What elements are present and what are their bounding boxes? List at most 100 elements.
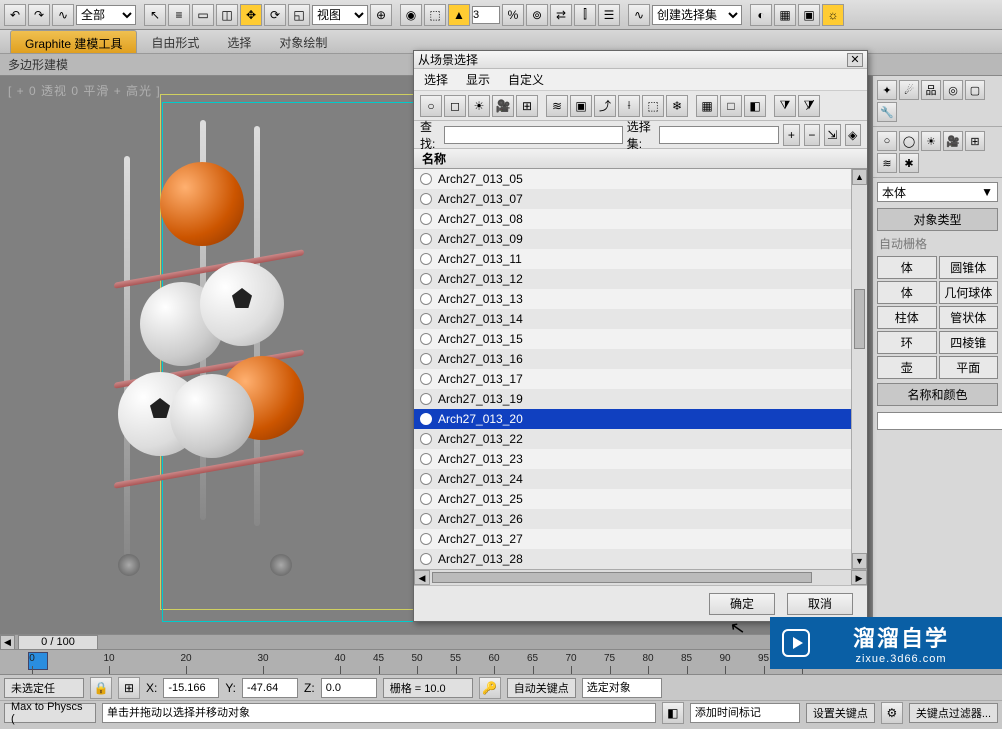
filter-frozen-icon[interactable]: ❄ (666, 95, 688, 117)
ribbon-tab-select[interactable]: 选择 (213, 30, 265, 53)
list-item[interactable]: Arch27_013_25 (414, 489, 851, 509)
hscroll-thumb[interactable] (432, 572, 812, 583)
obj-btn-2-1[interactable]: 管状体 (939, 306, 999, 329)
manip-icon[interactable]: ◉ (400, 4, 422, 26)
motion-tab-icon[interactable]: ◎ (943, 80, 963, 100)
list-item[interactable]: Arch27_013_08 (414, 209, 851, 229)
dialog-menu-custom[interactable]: 自定义 (508, 71, 544, 88)
list-item[interactable]: Arch27_013_28 (414, 549, 851, 569)
render-frame-icon[interactable]: ▣ (798, 4, 820, 26)
filter-spacewarp-icon[interactable]: ≋ (546, 95, 568, 117)
shapes-icon[interactable]: ◯ (899, 131, 919, 151)
tag-icon[interactable]: ◧ (662, 702, 684, 724)
selset-select-icon[interactable]: ⇲ (824, 124, 840, 146)
obj-btn-3-1[interactable]: 四棱锥 (939, 331, 999, 354)
percent-snap-icon[interactable]: % (502, 4, 524, 26)
filter-xref-icon[interactable]: ⤴ (594, 95, 616, 117)
spacewarps-icon[interactable]: ≋ (877, 153, 897, 173)
list-item[interactable]: Arch27_013_15 (414, 329, 851, 349)
layers-icon[interactable]: ☰ (598, 4, 620, 26)
list-header-name[interactable]: 名称 (414, 149, 867, 169)
cameras-icon[interactable]: 🎥 (943, 131, 963, 151)
geom-icon[interactable]: ○ (877, 131, 897, 151)
angle-snap-icon[interactable]: ▲ (448, 4, 470, 26)
scroll-left-icon[interactable]: ◀ (414, 570, 430, 585)
list-vscrollbar[interactable]: ▲ ▼ (851, 169, 867, 569)
list-item[interactable]: Arch27_013_16 (414, 349, 851, 369)
scroll-up-icon[interactable]: ▲ (852, 169, 867, 185)
ok-button[interactable]: 确定 (709, 593, 775, 615)
snap-toggle-icon[interactable]: ⬚ (424, 4, 446, 26)
filter-shape-icon[interactable]: ◻ (444, 95, 466, 117)
scale-icon[interactable]: ◱ (288, 4, 310, 26)
scroll-right-icon[interactable]: ▶ (851, 570, 867, 585)
redo-icon[interactable]: ↷ (28, 4, 50, 26)
select-icon[interactable]: ↖ (144, 4, 166, 26)
systems-icon[interactable]: ✱ (899, 153, 919, 173)
abs-mode-icon[interactable]: ⊞ (118, 677, 140, 699)
x-input[interactable] (163, 678, 219, 698)
scene-object-list[interactable]: Arch27_013_05Arch27_013_07Arch27_013_08A… (414, 169, 851, 569)
obj-btn-4-1[interactable]: 平面 (939, 356, 999, 379)
hierarchy-tab-icon[interactable]: 品 (921, 80, 941, 100)
list-item[interactable]: Arch27_013_09 (414, 229, 851, 249)
refcoord-dropdown[interactable]: 视图 (312, 5, 368, 25)
create-tab-icon[interactable]: ✦ (877, 80, 897, 100)
spinner-snap-icon[interactable]: ⊚ (526, 4, 548, 26)
material-icon[interactable]: ◐ (750, 4, 772, 26)
list-item[interactable]: Arch27_013_14 (414, 309, 851, 329)
filter-clear-icon[interactable]: ⧩̸ (798, 95, 820, 117)
list-item[interactable]: Arch27_013_24 (414, 469, 851, 489)
filter-dropdown[interactable]: 全部 (76, 5, 136, 25)
list-item[interactable]: Arch27_013_20 (414, 409, 851, 429)
select-all-icon[interactable]: ▦ (696, 95, 718, 117)
cancel-button[interactable]: 取消 (787, 593, 853, 615)
time-scroll-left-icon[interactable]: ◀ (0, 635, 15, 650)
render-setup-icon[interactable]: ▦ (774, 4, 796, 26)
list-item[interactable]: Arch27_013_13 (414, 289, 851, 309)
time-tags-dropdown[interactable]: 添加时间标记 (690, 703, 800, 723)
select-invert-icon[interactable]: ◧ (744, 95, 766, 117)
obj-btn-2-0[interactable]: 柱体 (877, 306, 937, 329)
object-name-input[interactable] (877, 412, 1002, 430)
scroll-thumb[interactable] (854, 289, 865, 349)
named-sel-dropdown[interactable]: 创建选择集 (652, 5, 742, 25)
autokey-button[interactable]: 自动关键点 (507, 678, 576, 698)
render-icon[interactable]: ☼ (822, 4, 844, 26)
move-icon[interactable]: ✥ (240, 4, 262, 26)
curve-editor-icon[interactable]: ∿ (628, 4, 650, 26)
select-none-icon[interactable]: □ (720, 95, 742, 117)
list-item[interactable]: Arch27_013_26 (414, 509, 851, 529)
filter-geom-icon[interactable]: ○ (420, 95, 442, 117)
filter-camera-icon[interactable]: 🎥 (492, 95, 514, 117)
key-icon[interactable]: 🔑 (479, 677, 501, 699)
select-name-icon[interactable]: ≡ (168, 4, 190, 26)
filter-funnel-icon[interactable]: ⧩ (774, 95, 796, 117)
link-icon[interactable]: ∿ (52, 4, 74, 26)
list-item[interactable]: Arch27_013_22 (414, 429, 851, 449)
list-item[interactable]: Arch27_013_17 (414, 369, 851, 389)
find-input[interactable] (444, 126, 623, 144)
key-filters-button[interactable]: 关键点过滤器... (909, 703, 998, 723)
rotate-icon[interactable]: ⟳ (264, 4, 286, 26)
create-category-dropdown[interactable]: 本体▼ (877, 182, 998, 202)
keymode-dropdown[interactable]: 选定对象 (582, 678, 662, 698)
list-item[interactable]: Arch27_013_27 (414, 529, 851, 549)
helpers-icon[interactable]: ⊞ (965, 131, 985, 151)
display-tab-icon[interactable]: ▢ (965, 80, 985, 100)
selection-lock[interactable]: 未选定任 (4, 678, 84, 698)
selset-highlight-icon[interactable]: ◈ (845, 124, 861, 146)
obj-btn-1-1[interactable]: 几何球体 (939, 281, 999, 304)
ribbon-tab-graphite[interactable]: Graphite 建模工具 (10, 30, 137, 53)
selset-remove-icon[interactable]: − (804, 124, 820, 146)
modify-tab-icon[interactable]: ☄ (899, 80, 919, 100)
snap-value[interactable] (472, 6, 500, 24)
dialog-close-button[interactable]: ✕ (847, 53, 863, 67)
select-rect-icon[interactable]: ▭ (192, 4, 214, 26)
filter-group-icon[interactable]: ▣ (570, 95, 592, 117)
z-input[interactable] (321, 678, 377, 698)
filter-helper-icon[interactable]: ⊞ (516, 95, 538, 117)
obj-btn-0-0[interactable]: 体 (877, 256, 937, 279)
list-item[interactable]: Arch27_013_11 (414, 249, 851, 269)
filter-light-icon[interactable]: ☀ (468, 95, 490, 117)
